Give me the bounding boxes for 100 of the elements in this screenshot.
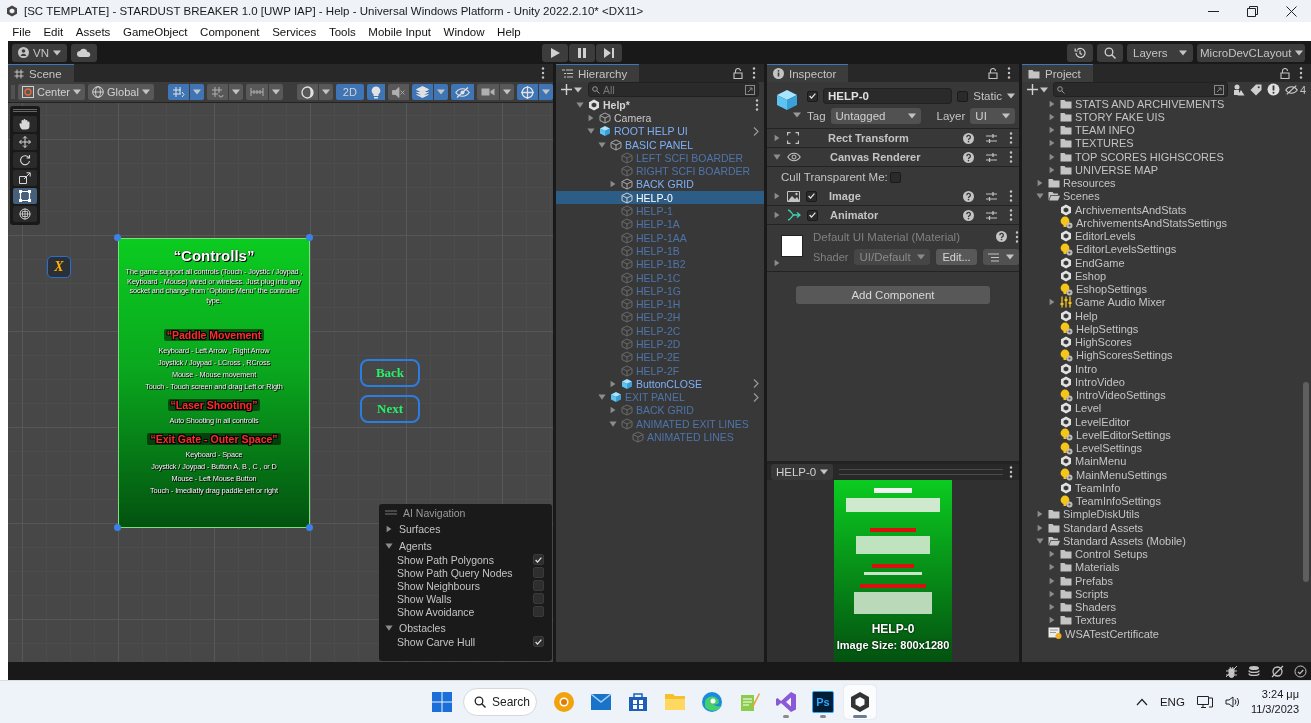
name-field[interactable]: HELP-0 bbox=[823, 88, 953, 104]
tool-button[interactable] bbox=[13, 152, 37, 168]
more-icon[interactable] bbox=[755, 98, 759, 111]
project-item[interactable]: Scenes bbox=[1022, 189, 1311, 203]
list-dropdown[interactable] bbox=[982, 249, 1019, 265]
hierarchy-item[interactable]: BASIC PANEL bbox=[556, 137, 764, 152]
more-icon[interactable] bbox=[1009, 190, 1013, 202]
project-item[interactable]: SimpleDiskUtils bbox=[1022, 507, 1311, 521]
panel-tab[interactable]: Inspector bbox=[767, 64, 849, 82]
caret-down-icon[interactable] bbox=[385, 624, 393, 632]
scene-toggle-button[interactable] bbox=[296, 84, 318, 100]
more-icon[interactable] bbox=[1009, 209, 1013, 221]
more-icon[interactable] bbox=[1009, 132, 1013, 144]
component-header[interactable]: Canvas Renderer bbox=[767, 148, 1019, 167]
project-item[interactable]: Materials bbox=[1022, 560, 1311, 574]
caret-right-icon[interactable] bbox=[773, 192, 781, 200]
scene-toggle-button[interactable] bbox=[366, 84, 385, 100]
project-item[interactable]: STATS AND ARCHIVEMENTS bbox=[1022, 97, 1311, 111]
pivot-dropdown[interactable]: Center bbox=[18, 84, 86, 100]
project-item[interactable]: IntroVideoSettings bbox=[1022, 388, 1311, 402]
caret-right-icon[interactable] bbox=[1048, 99, 1056, 108]
caret-right-icon[interactable] bbox=[1048, 152, 1056, 161]
project-item[interactable]: EndGame bbox=[1022, 256, 1311, 270]
project-item[interactable]: EditorLevelsSettings bbox=[1022, 242, 1311, 256]
resize-handle[interactable] bbox=[306, 234, 313, 241]
panel-tab[interactable]: Hierarchy bbox=[556, 64, 640, 82]
scale-icon[interactable] bbox=[19, 172, 31, 184]
taskbar-button[interactable] bbox=[844, 685, 876, 719]
drag-handle[interactable] bbox=[839, 469, 1003, 475]
history-button[interactable] bbox=[1067, 43, 1093, 62]
dropdown-button[interactable] bbox=[228, 84, 243, 100]
space-dropdown[interactable]: Global bbox=[88, 84, 154, 100]
menu-item[interactable]: Tools bbox=[322, 25, 363, 38]
dropdown-button[interactable] bbox=[433, 84, 448, 100]
checkbox[interactable] bbox=[957, 90, 969, 102]
project-item[interactable]: Control Setups bbox=[1022, 547, 1311, 561]
help-icon[interactable] bbox=[963, 132, 974, 144]
caret-right-icon[interactable] bbox=[1048, 563, 1056, 572]
step-button[interactable] bbox=[596, 43, 622, 62]
more-icon[interactable] bbox=[1009, 151, 1013, 163]
caret-right-icon[interactable] bbox=[1048, 298, 1056, 307]
project-item[interactable]: ArchivementsAndStats bbox=[1022, 203, 1311, 217]
caret-right-icon[interactable] bbox=[609, 180, 617, 189]
project-item[interactable]: Intro bbox=[1022, 362, 1311, 376]
dropdown-button[interactable] bbox=[499, 84, 514, 100]
edit-button[interactable]: Edit... bbox=[936, 249, 977, 265]
project-item[interactable]: TEXTURES bbox=[1022, 136, 1311, 150]
caret-down-icon[interactable] bbox=[1036, 536, 1044, 545]
lock-icon[interactable] bbox=[1280, 67, 1290, 79]
caret-right-icon[interactable] bbox=[1036, 179, 1044, 188]
project-item[interactable]: MainMenu bbox=[1022, 454, 1311, 468]
menu-item[interactable]: GameObject bbox=[116, 25, 194, 38]
caret-right-icon[interactable] bbox=[773, 134, 781, 142]
project-item[interactable]: EshopSettings bbox=[1022, 282, 1311, 296]
project-item[interactable]: Help bbox=[1022, 309, 1311, 323]
taskbar-button[interactable]: Ps bbox=[807, 685, 839, 719]
project-item[interactable]: HelpSettings bbox=[1022, 322, 1311, 336]
project-item[interactable]: Prefabs bbox=[1022, 574, 1311, 588]
hierarchy-item[interactable]: HELP-0 bbox=[556, 191, 764, 205]
tool-button[interactable] bbox=[13, 188, 37, 204]
project-item[interactable]: Game Audio Mixer bbox=[1022, 295, 1311, 309]
caret-right-icon[interactable] bbox=[609, 379, 617, 388]
caret-down-icon[interactable] bbox=[576, 100, 584, 109]
hierarchy-item[interactable]: Help* bbox=[556, 98, 764, 112]
checkbox[interactable] bbox=[533, 554, 544, 565]
cloud-button[interactable] bbox=[71, 43, 97, 62]
caret-right-icon[interactable] bbox=[773, 259, 781, 267]
dropdown-button[interactable] bbox=[318, 84, 333, 100]
scene-toggle-button[interactable] bbox=[450, 84, 474, 100]
checkbox[interactable] bbox=[807, 209, 818, 221]
resize-handle[interactable] bbox=[114, 524, 121, 531]
project-item[interactable]: WSATestCertificate bbox=[1022, 627, 1311, 641]
add-dropdown[interactable] bbox=[561, 84, 582, 95]
project-item[interactable]: UNIVERSE MAP bbox=[1022, 163, 1311, 177]
project-item[interactable]: LevelEditor bbox=[1022, 415, 1311, 429]
help-icon[interactable] bbox=[963, 151, 974, 163]
scene-toggle-button[interactable] bbox=[387, 84, 409, 100]
warning-icon[interactable] bbox=[1266, 83, 1280, 96]
caret-right-icon[interactable] bbox=[1048, 576, 1056, 585]
hierarchy-item[interactable]: ButtonCLOSE bbox=[556, 377, 764, 391]
clock[interactable]: 3:24 μμ 11/3/2023 bbox=[1250, 687, 1299, 717]
network-off-icon[interactable] bbox=[1271, 664, 1284, 678]
panel-tab[interactable]: Scene bbox=[8, 64, 74, 82]
dropdown-button[interactable] bbox=[268, 84, 283, 100]
panel-tab[interactable]: Project bbox=[1022, 64, 1093, 82]
menu-item[interactable]: Services bbox=[265, 25, 323, 38]
project-item[interactable]: IntroVideo bbox=[1022, 375, 1311, 389]
caret-right-icon[interactable] bbox=[587, 113, 595, 122]
hidden-toggle-button[interactable]: 4 bbox=[1284, 83, 1306, 96]
add-component-button[interactable]: Add Component bbox=[796, 286, 990, 304]
bug-icon[interactable] bbox=[1225, 664, 1238, 678]
checkbox[interactable] bbox=[889, 171, 901, 183]
menu-item[interactable]: Edit bbox=[37, 25, 70, 38]
tag-icon[interactable] bbox=[1249, 83, 1262, 96]
project-item[interactable]: MainMenuSettings bbox=[1022, 468, 1311, 482]
check-circle-icon[interactable] bbox=[1294, 664, 1307, 678]
caret-down-icon[interactable] bbox=[385, 542, 393, 550]
caret-right-icon[interactable] bbox=[773, 211, 781, 219]
drag-handle[interactable] bbox=[13, 109, 37, 112]
expand-icon[interactable] bbox=[745, 84, 755, 95]
